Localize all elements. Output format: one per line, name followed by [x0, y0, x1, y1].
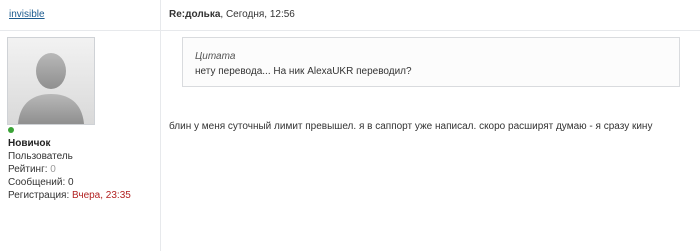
user-posts-count: Сообщений: 0: [8, 176, 131, 189]
registration-label: Регистрация:: [8, 190, 73, 201]
posts-value: 0: [68, 177, 74, 188]
rating-label: Рейтинг:: [8, 164, 51, 175]
user-registration: Регистрация: Вчера, 23:35: [8, 189, 131, 202]
online-status-icon: [8, 127, 14, 133]
post-header: invisible Re:долька, Сегодня, 12:56: [0, 0, 700, 31]
post-date: , Сегодня, 12:56: [220, 9, 295, 20]
post-body: блин у меня суточный лимит превышел. я в…: [169, 121, 653, 132]
forum-post: invisible Re:долька, Сегодня, 12:56 Нови…: [0, 0, 700, 251]
quote-block: Цитата нету перевода... На ник AlexaUKR …: [182, 37, 680, 87]
post-title-prefix: Re:: [169, 9, 186, 20]
post-title-subject: долька: [185, 9, 221, 20]
rating-value: 0: [50, 164, 56, 175]
registration-value: Вчера, 23:35: [72, 190, 131, 201]
user-group: Пользователь: [8, 151, 73, 162]
author-profile-column: Новичок Пользователь Рейтинг: 0 Сообщени…: [0, 31, 161, 251]
user-rating: Рейтинг: 0: [8, 163, 131, 176]
author-username-link[interactable]: invisible: [9, 9, 45, 20]
default-user-silhouette-icon: [8, 38, 94, 124]
quote-title: Цитата: [195, 51, 236, 62]
user-rank: Новичок: [8, 138, 51, 149]
post-header-author-cell: invisible: [0, 0, 161, 30]
avatar[interactable]: [7, 37, 95, 125]
author-info: Новичок Пользователь Рейтинг: 0 Сообщени…: [8, 137, 131, 202]
posts-label: Сообщений:: [8, 177, 68, 188]
post-title: Re:долька, Сегодня, 12:56: [169, 9, 295, 20]
quote-text: нету перевода... На ник AlexaUKR перевод…: [195, 66, 412, 77]
